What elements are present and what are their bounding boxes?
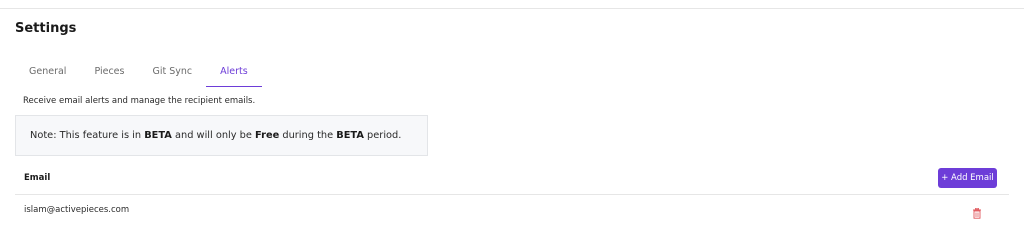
tab-git-sync[interactable]: Git Sync — [138, 60, 206, 86]
top-divider — [0, 8, 1024, 9]
tab-alerts[interactable]: Alerts — [206, 60, 262, 87]
note-text-part: and will only be — [171, 130, 256, 141]
delete-email-button[interactable] — [972, 204, 982, 219]
note-text-part: during the — [279, 130, 337, 141]
note-beta-bold: BETA — [336, 130, 364, 141]
email-row-value: islam@activepieces.com — [24, 205, 130, 215]
beta-note-text: Note: This feature is in BETA and will o… — [30, 130, 401, 141]
add-email-button[interactable]: + Add Email — [938, 168, 997, 188]
note-free-bold: Free — [255, 130, 280, 141]
note-text-part: period. — [363, 130, 402, 141]
trash-icon — [973, 207, 981, 219]
note-beta-bold: BETA — [144, 130, 172, 141]
alerts-description: Receive email alerts and manage the reci… — [23, 96, 256, 106]
note-text-part: Note: This feature is in — [30, 130, 145, 141]
beta-note: Note: This feature is in BETA and will o… — [15, 115, 428, 156]
email-column-header: Email — [24, 173, 51, 183]
tab-pieces[interactable]: Pieces — [80, 60, 138, 86]
settings-tabs: General Pieces Git Sync Alerts — [15, 60, 262, 87]
page-title: Settings — [15, 21, 77, 36]
table-header-divider — [15, 194, 1009, 195]
tab-general[interactable]: General — [15, 60, 80, 86]
